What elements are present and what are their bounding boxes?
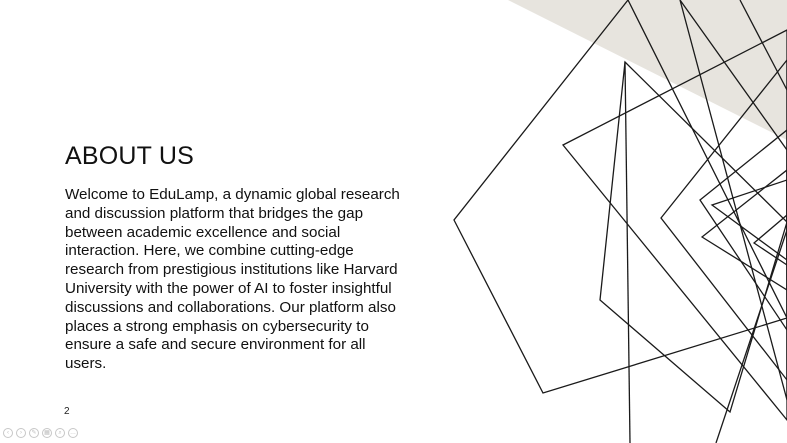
beige-triangle-shape xyxy=(508,0,787,140)
pen-icon[interactable]: ✎ xyxy=(29,428,39,438)
slide-page-number: 2 xyxy=(64,406,70,417)
zoom-icon[interactable]: ⌕ xyxy=(55,428,65,438)
previous-slide-icon[interactable]: ‹ xyxy=(3,428,13,438)
presentation-slide: ABOUT US Welcome to EduLamp, a dynamic g… xyxy=(0,0,787,443)
diagonal-line-1 xyxy=(624,61,631,443)
slides-grid-icon[interactable]: ▦ xyxy=(42,428,52,438)
more-options-icon[interactable]: … xyxy=(68,428,78,438)
about-us-paragraph: Welcome to EduLamp, a dynamic global res… xyxy=(65,186,400,373)
slide-title: ABOUT US xyxy=(65,142,194,170)
next-slide-icon[interactable]: › xyxy=(16,428,26,438)
slideshow-player-controls: ‹ › ✎ ▦ ⌕ … xyxy=(3,428,78,438)
